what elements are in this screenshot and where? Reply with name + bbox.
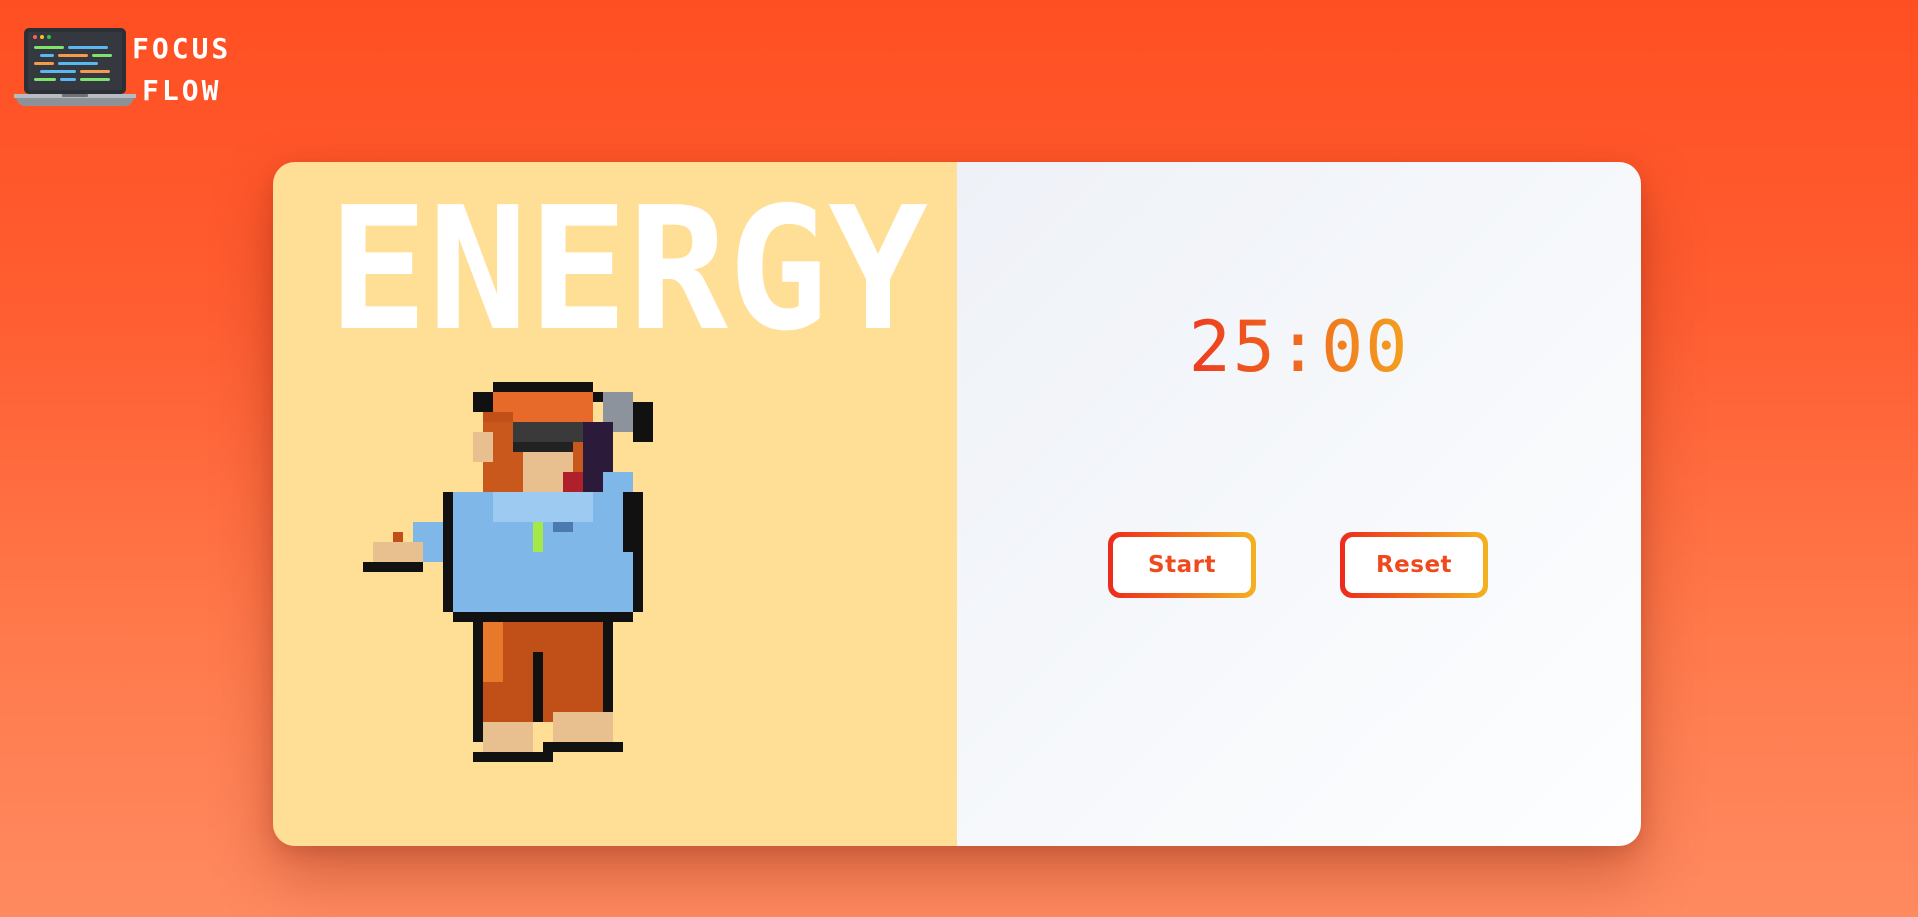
mode-title-text: ENERGY <box>328 188 928 338</box>
reset-button-label: Reset <box>1375 552 1453 578</box>
reset-button[interactable]: Reset <box>1340 532 1488 598</box>
start-button-face: Start <box>1113 537 1251 593</box>
pomodoro-card: ENERGY 25:00 Start Reset <box>273 162 1641 846</box>
laptop-code-icon <box>14 28 136 106</box>
mode-panel: ENERGY <box>273 162 957 846</box>
app-name-line2: FLOW <box>142 74 222 107</box>
app-name: FOCUS FLOW <box>132 28 231 112</box>
start-button-label: Start <box>1148 552 1216 578</box>
reset-button-face: Reset <box>1345 537 1483 593</box>
dancing-monkey-illustration <box>363 382 653 762</box>
app-logo: FOCUS FLOW <box>14 26 284 110</box>
app-name-line1: FOCUS <box>132 32 232 65</box>
timer-value: 25:00 <box>1188 306 1410 388</box>
timer-display: 25:00 <box>957 307 1641 387</box>
start-button[interactable]: Start <box>1108 532 1256 598</box>
timer-panel: 25:00 Start Reset <box>957 162 1641 846</box>
mode-title: ENERGY <box>328 188 928 338</box>
